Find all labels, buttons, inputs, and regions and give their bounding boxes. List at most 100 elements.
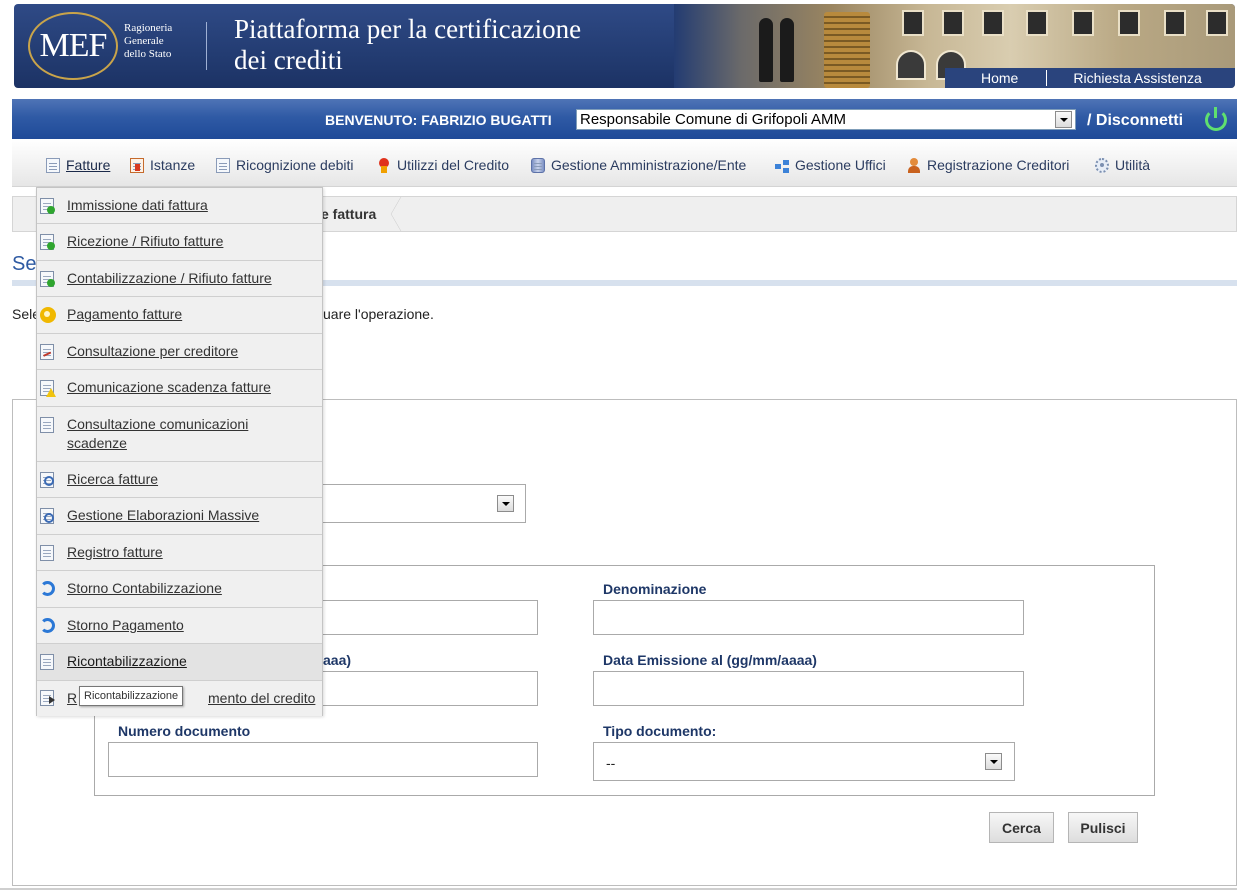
org-line: Generale [124, 35, 164, 47]
chart-document-icon [40, 344, 54, 360]
breadcrumb-separator [388, 197, 404, 231]
tipo-documento-select[interactable]: -- [593, 742, 1015, 781]
power-icon[interactable] [1205, 107, 1227, 131]
dropdown-item-registro[interactable]: Registro fatture [37, 535, 322, 571]
fatture-dropdown-menu: Immissione dati fattura Ricezione / Rifi… [36, 187, 323, 716]
platform-title-line: dei crediti [234, 45, 343, 75]
document-icon [216, 157, 230, 173]
menu-item-fatture[interactable]: Fatture [46, 156, 110, 174]
dropdown-item-label: R [67, 690, 78, 706]
dropdown-item-storno-contabilizzazione[interactable]: Storno Contabilizzazione [37, 571, 322, 608]
platform-title: Piattaforma per la certificazione dei cr… [234, 14, 581, 76]
istanze-icon [130, 157, 144, 173]
home-link[interactable]: Home [981, 70, 1018, 86]
building-window [1206, 10, 1228, 36]
chevron-down-icon[interactable] [1055, 111, 1072, 128]
chevron-down-icon[interactable] [985, 753, 1002, 770]
menu-item-istanze[interactable]: Istanze [130, 156, 195, 174]
denominazione-input[interactable] [593, 600, 1024, 635]
gear-document-icon [40, 508, 54, 524]
profile-select-value: Responsabile Comune di Grifopoli AMM [580, 111, 846, 128]
dropdown-item-comunicazione-scadenza[interactable]: Comunicazione scadenza fatture [37, 370, 322, 407]
chevron-down-icon[interactable] [497, 495, 514, 512]
document-icon [40, 654, 54, 670]
export-icon [40, 690, 55, 706]
menu-item-gestione-amministrazione[interactable]: Gestione Amministrazione/Ente [531, 156, 746, 174]
menu-item-label: Ricognizione debiti [236, 157, 354, 173]
undo-icon [40, 617, 55, 633]
coins-image [824, 12, 870, 88]
intro-text: uare l'operazione. [323, 306, 434, 322]
header-banner: MEF Ragioneria Generale dello Stato Piat… [14, 4, 1235, 88]
building-window [902, 10, 924, 36]
dropdown-item-ricontabilizzazione[interactable]: Ricontabilizzazione [37, 644, 322, 681]
dropdown-item-ricezione[interactable]: Ricezione / Rifiuto fatture [37, 224, 322, 261]
tipo-documento-label: Tipo documento: [603, 723, 717, 739]
dropdown-item-label: Registro fatture [67, 544, 163, 560]
clear-button[interactable]: Pulisci [1068, 812, 1138, 843]
menu-item-gestione-uffici[interactable]: Gestione Uffici [775, 156, 886, 174]
date-to-input[interactable] [593, 671, 1024, 706]
mef-logo: MEF [28, 12, 118, 80]
org-line: Ragioneria [124, 22, 173, 34]
menu-item-label: Gestione Amministrazione/Ente [551, 157, 747, 173]
dropdown-item-label: Consultazione per creditore [67, 343, 239, 359]
search-type-select[interactable] [322, 484, 526, 523]
menu-item-utilizzi-credito[interactable]: Utilizzi del Credito [377, 156, 509, 174]
add-document-icon [40, 198, 55, 214]
dropdown-item-consultazione-creditore[interactable]: Consultazione per creditore [37, 334, 322, 370]
numero-documento-label: Numero documento [118, 723, 251, 739]
person-figure [780, 18, 794, 82]
platform-title-line: Piattaforma per la certificazione [234, 14, 582, 44]
banner-divider [206, 22, 207, 70]
disconnect-link[interactable]: / Disconnetti [1087, 112, 1183, 130]
building-window [1026, 10, 1048, 36]
building-window [942, 10, 964, 36]
dropdown-item-label: Ricontabilizzazione [67, 653, 187, 669]
ribbon-icon [377, 157, 391, 173]
menu-item-label: Istanze [150, 157, 196, 173]
dropdown-item-label: Storno Contabilizzazione [67, 580, 222, 596]
coin-icon [40, 307, 56, 323]
building-window [1118, 10, 1140, 36]
database-icon [531, 157, 545, 173]
dropdown-item-label: Ricezione / Rifiuto fatture [67, 233, 224, 249]
person-figure [759, 18, 773, 82]
dropdown-item-ricerca[interactable]: Ricerca fatture [37, 462, 322, 498]
numero-documento-input[interactable] [108, 742, 538, 777]
dropdown-item-storno-pagamento[interactable]: Storno Pagamento [37, 608, 322, 644]
dropdown-item-label: Immissione dati fattura [67, 197, 208, 213]
dropdown-item-label: mento del credito [208, 690, 316, 706]
org-line: dello Stato [124, 48, 172, 60]
building-arch [896, 50, 926, 80]
dropdown-item-immissione[interactable]: Immissione dati fattura [37, 188, 322, 224]
org-name: Ragioneria Generale dello Stato [124, 22, 172, 61]
menu-item-ricognizione-debiti[interactable]: Ricognizione debiti [216, 156, 354, 174]
dropdown-item-consultazione-comunicazioni[interactable]: Consultazione comunicazioni scadenze [37, 407, 322, 462]
dropdown-item-pagamento[interactable]: Pagamento fatture [37, 297, 322, 334]
building-window [1072, 10, 1094, 36]
gear-icon [1095, 157, 1109, 173]
breadcrumb-current: e fattura [321, 206, 377, 222]
menu-item-registrazione-creditori[interactable]: Registrazione Creditori [907, 156, 1069, 174]
profile-select[interactable]: Responsabile Comune di Grifopoli AMM [576, 109, 1076, 130]
tipo-documento-value: -- [606, 755, 616, 771]
menu-item-utilita[interactable]: Utilità [1095, 156, 1150, 174]
denominazione-label: Denominazione [603, 581, 707, 597]
search-document-icon [40, 472, 54, 488]
dropdown-item-label: Gestione Elaborazioni Massive [67, 507, 260, 523]
check-document-icon [40, 271, 55, 287]
menu-item-label: Utilizzi del Credito [397, 157, 510, 173]
dropdown-item-label: Pagamento fatture [67, 306, 183, 322]
undo-icon [40, 580, 55, 596]
menu-item-label: Fatture [66, 157, 111, 173]
dropdown-item-elaborazioni-massive[interactable]: Gestione Elaborazioni Massive [37, 498, 322, 535]
welcome-text: BENVENUTO: FABRIZIO BUGATTI [325, 112, 552, 128]
search-button[interactable]: Cerca [989, 812, 1054, 843]
dropdown-item-label: Storno Pagamento [67, 617, 184, 633]
assistance-link[interactable]: Richiesta Assistenza [1073, 70, 1201, 86]
user-icon [907, 157, 921, 173]
date-to-label: Data Emissione al (gg/mm/aaaa) [603, 652, 817, 668]
document-icon [46, 157, 60, 173]
dropdown-item-contabilizzazione[interactable]: Contabilizzazione / Rifiuto fatture [37, 261, 322, 297]
